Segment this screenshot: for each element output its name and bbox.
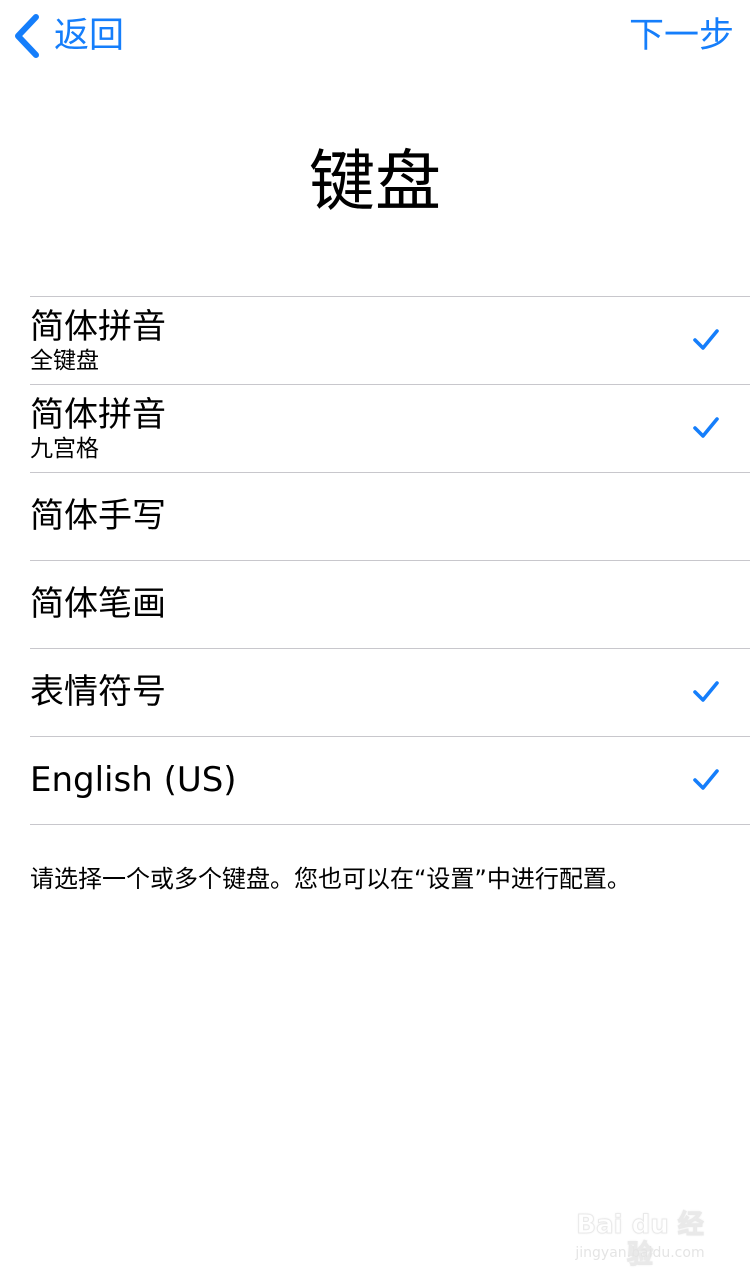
footer-note: 请选择一个或多个键盘。您也可以在“设置”中进行配置。 (30, 865, 631, 893)
checkmark-icon (692, 767, 720, 793)
keyboard-title: English (US) (30, 760, 237, 800)
back-label: 返回 (54, 16, 125, 56)
keyboard-row-english-us[interactable]: English (US) (30, 737, 750, 825)
page-title: 键盘 (309, 143, 441, 220)
checkmark-icon (692, 327, 720, 353)
keyboard-title: 简体笔画 (30, 584, 166, 624)
keyboard-row-pinyin-full[interactable]: 简体拼音 全键盘 (30, 297, 750, 385)
keyboard-list: 简体拼音 全键盘 简体拼音 九宫格 简体手写 简体笔画 表情符号 English… (30, 296, 750, 825)
keyboard-subtitle: 全键盘 (30, 348, 99, 374)
keyboard-title: 表情符号 (30, 672, 166, 712)
keyboard-row-emoji[interactable]: 表情符号 (30, 649, 750, 737)
keyboard-subtitle: 九宫格 (30, 436, 99, 462)
back-button[interactable]: 返回 (14, 12, 124, 60)
checkmark-icon (692, 679, 720, 705)
keyboard-title: 简体拼音 (30, 307, 166, 347)
keyboard-title: 简体手写 (30, 496, 166, 536)
keyboard-row-pinyin-9key[interactable]: 简体拼音 九宫格 (30, 385, 750, 473)
chevron-left-icon (14, 14, 40, 58)
keyboard-title: 简体拼音 (30, 395, 166, 435)
next-button[interactable]: 下一步 (629, 12, 734, 60)
baidu-jingyan-watermark: Bai du 经验 jingyan.baidu.com (570, 1208, 710, 1272)
navigation-bar: 返回 下一步 (0, 0, 750, 80)
checkmark-icon (692, 415, 720, 441)
keyboard-row-handwriting[interactable]: 简体手写 (30, 473, 750, 561)
watermark-url: jingyan.baidu.com (575, 1245, 705, 1261)
keyboard-row-stroke[interactable]: 简体笔画 (30, 561, 750, 649)
